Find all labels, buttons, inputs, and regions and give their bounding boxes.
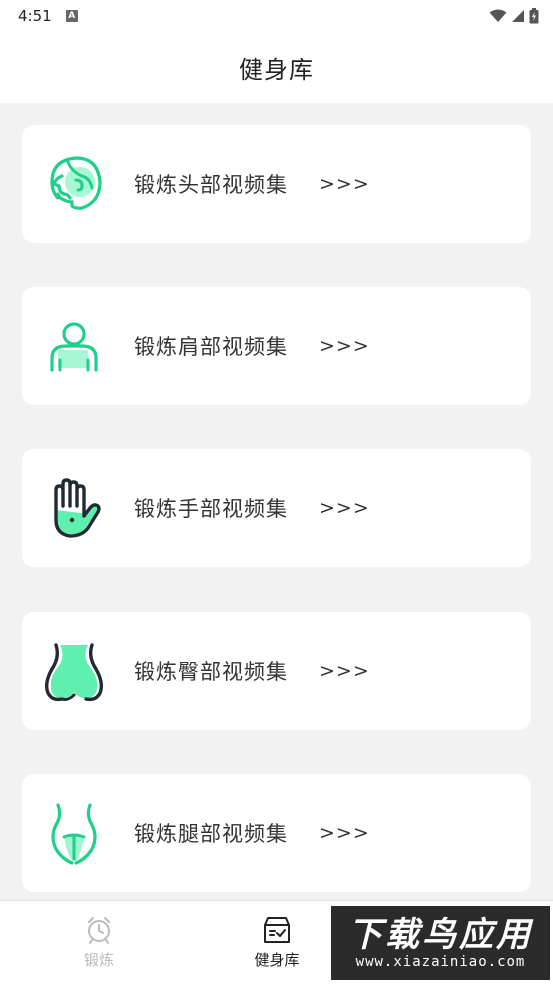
- alarm-clock-icon: [88, 917, 110, 944]
- leg-icon: [51, 803, 97, 865]
- tab-label: 健身库: [254, 951, 300, 969]
- archive-box-icon: [264, 917, 290, 943]
- card-arrow: >>>: [319, 335, 370, 357]
- card-label: 锻炼肩部视频集: [134, 335, 288, 359]
- battery-icon: [529, 8, 539, 24]
- card-arrow: >>>: [319, 497, 370, 519]
- header: 健身库: [0, 32, 553, 103]
- watermark-url: www.xiazainiao.com: [355, 954, 526, 970]
- card-arrow: >>>: [319, 822, 370, 844]
- card-leg-videos[interactable]: 锻炼腿部视频集 >>>: [22, 774, 531, 892]
- card-shoulder-videos[interactable]: 锻炼肩部视频集 >>>: [22, 287, 531, 405]
- card-arrow: >>>: [319, 173, 370, 195]
- card-arrow: >>>: [319, 660, 370, 682]
- status-left: 4:51 A: [18, 7, 78, 25]
- card-label: 锻炼臀部视频集: [134, 660, 288, 684]
- status-bar: 4:51 A: [0, 0, 553, 32]
- wifi-icon: [489, 9, 507, 22]
- watermark-logo: 下载鸟应用 www.xiazainiao.com: [331, 906, 550, 980]
- status-right: [489, 8, 539, 24]
- page-title: 健身库: [239, 56, 314, 84]
- card-label: 锻炼腿部视频集: [134, 822, 288, 846]
- card-label: 锻炼头部视频集: [134, 173, 288, 197]
- watermark-main-text: 下载鸟应用: [348, 915, 533, 955]
- tab-exercise[interactable]: 锻炼: [7, 901, 191, 984]
- card-hip-videos[interactable]: 锻炼臀部视频集 >>>: [22, 612, 531, 730]
- shoulder-icon: [50, 322, 98, 372]
- hip-icon: [44, 643, 104, 702]
- notification-a-icon: A: [65, 10, 78, 22]
- hand-icon: [54, 478, 101, 538]
- tab-label: 锻炼: [83, 951, 114, 969]
- card-head-videos[interactable]: 锻炼头部视频集 >>>: [22, 125, 531, 243]
- card-label: 锻炼手部视频集: [134, 497, 288, 521]
- card-hand-videos[interactable]: 锻炼手部视频集 >>>: [22, 449, 531, 567]
- status-time: 4:51: [18, 7, 52, 25]
- signal-icon: [512, 10, 524, 22]
- head-icon: [50, 156, 102, 210]
